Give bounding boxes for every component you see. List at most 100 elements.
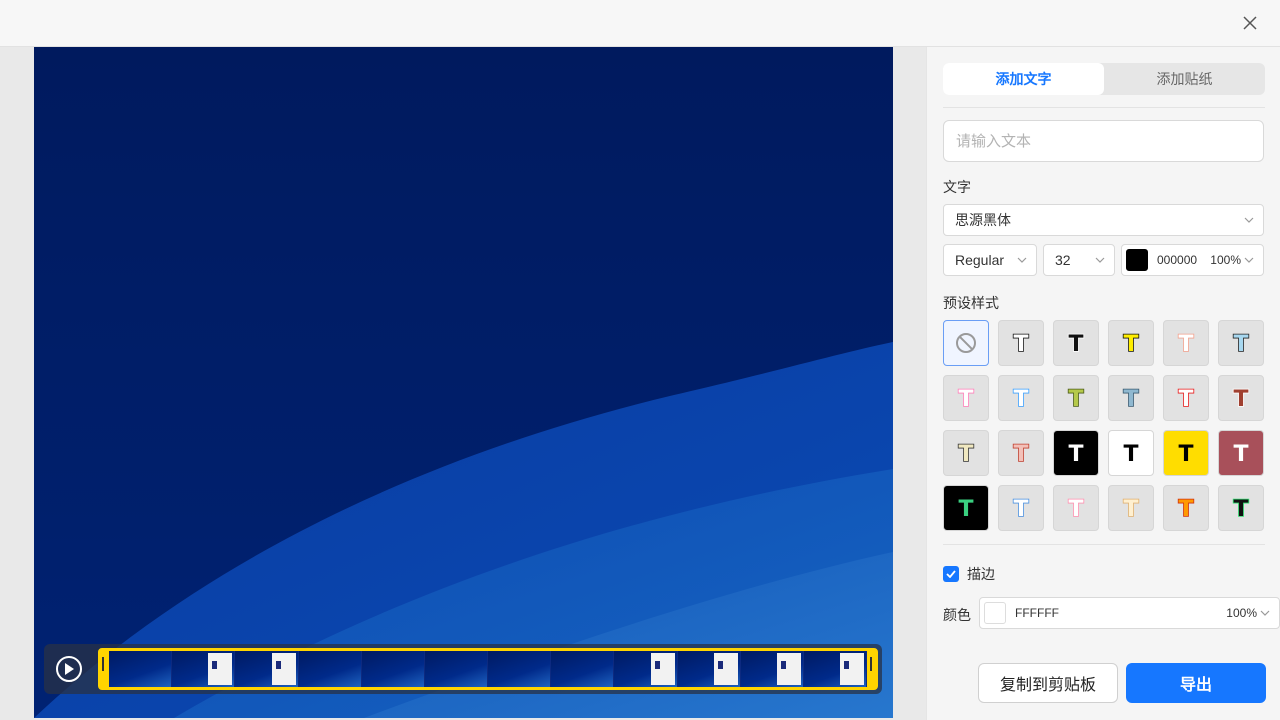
frame-document-thumbnail xyxy=(208,653,233,685)
text-style-icon: T xyxy=(1013,441,1030,466)
text-style-icon: T xyxy=(1178,331,1195,356)
tab-add-sticker[interactable]: 添加贴纸 xyxy=(1104,63,1265,95)
svg-text:T: T xyxy=(1123,497,1138,521)
text-color-swatch[interactable] xyxy=(1126,249,1148,271)
play-button[interactable] xyxy=(56,656,82,682)
preset-style-1[interactable]: T xyxy=(998,320,1044,366)
font-weight-value: Regular xyxy=(955,252,1005,268)
preset-style-23[interactable]: T xyxy=(1218,485,1264,531)
text-style-icon: T xyxy=(1123,496,1140,521)
svg-text:T: T xyxy=(1013,442,1028,466)
svg-text:T: T xyxy=(1233,332,1248,356)
frame-document-thumbnail xyxy=(840,653,865,685)
trim-handle-left[interactable] xyxy=(102,657,104,671)
copy-to-clipboard-button[interactable]: 复制到剪贴板 xyxy=(978,663,1118,703)
text-style-icon: T xyxy=(1013,331,1030,356)
svg-text:T: T xyxy=(1233,387,1248,411)
text-opacity-value[interactable]: 100% xyxy=(1210,253,1241,267)
preset-style-5[interactable]: T xyxy=(1218,320,1264,366)
preset-style-11[interactable]: T xyxy=(1218,375,1264,421)
preset-section-label: 预设样式 xyxy=(943,295,999,311)
preset-style-12[interactable]: T xyxy=(943,430,989,476)
chevron-down-icon xyxy=(1244,217,1254,223)
timeline-frame xyxy=(109,651,173,687)
font-weight-select[interactable]: Regular xyxy=(943,244,1037,276)
svg-text:T: T xyxy=(1013,497,1028,521)
svg-text:T: T xyxy=(1178,387,1193,411)
text-style-icon: T xyxy=(1233,386,1250,411)
stroke-color-picker[interactable]: FFFFFF 100% xyxy=(979,597,1280,629)
frame-document-thumbnail xyxy=(650,653,675,685)
svg-text:T: T xyxy=(1123,332,1138,356)
text-style-icon: T xyxy=(1013,386,1030,411)
font-family-select[interactable]: 思源黑体 xyxy=(943,204,1264,236)
preset-grid: T T T T T T T T T T T T T T T T T T T T T T T xyxy=(943,320,1265,531)
text-style-icon: T xyxy=(958,386,975,411)
preset-style-3[interactable]: T xyxy=(1108,320,1154,366)
svg-text:T: T xyxy=(1178,332,1193,356)
image-preview xyxy=(34,47,893,718)
preset-style-21[interactable]: T xyxy=(1108,485,1154,531)
preset-style-8[interactable]: T xyxy=(1053,375,1099,421)
video-timeline xyxy=(44,644,882,694)
preset-style-20[interactable]: T xyxy=(1053,485,1099,531)
export-button[interactable]: 导出 xyxy=(1126,663,1266,703)
timeline-frame xyxy=(424,651,489,687)
close-icon[interactable] xyxy=(1240,13,1260,33)
stroke-color-hex: FFFFFF xyxy=(1015,606,1059,620)
preset-style-9[interactable]: T xyxy=(1108,375,1154,421)
svg-text:T: T xyxy=(1123,387,1138,411)
stroke-label: 描边 xyxy=(967,566,995,582)
preset-style-15[interactable]: T xyxy=(1108,430,1154,476)
svg-text:T: T xyxy=(1068,387,1083,411)
canvas-area xyxy=(0,47,926,720)
svg-text:T: T xyxy=(1178,497,1193,521)
svg-text:T: T xyxy=(1068,442,1083,466)
text-style-icon: T xyxy=(1233,441,1250,466)
text-input[interactable] xyxy=(943,120,1264,162)
wallpaper-image xyxy=(34,47,893,718)
trim-handle-right[interactable] xyxy=(870,657,872,671)
text-color-picker[interactable]: 000000 100% xyxy=(1121,244,1264,276)
preset-style-17[interactable]: T xyxy=(1218,430,1264,476)
preset-style-4[interactable]: T xyxy=(1163,320,1209,366)
timeline-frame xyxy=(551,651,615,687)
side-panel: 添加文字 添加贴纸 文字 思源黑体 Regular 32 000000 100%… xyxy=(926,47,1280,720)
preset-style-6[interactable]: T xyxy=(943,375,989,421)
preset-style-14[interactable]: T xyxy=(1053,430,1099,476)
timeline-frame xyxy=(803,651,867,687)
check-icon xyxy=(946,570,956,578)
frame-strip[interactable] xyxy=(98,648,878,690)
text-style-icon: T xyxy=(1068,496,1085,521)
stroke-toggle[interactable]: 描边 xyxy=(943,564,995,584)
preset-style-10[interactable]: T xyxy=(1163,375,1209,421)
preset-style-22[interactable]: T xyxy=(1163,485,1209,531)
svg-text:T: T xyxy=(958,497,973,521)
preset-style-18[interactable]: T xyxy=(943,485,989,531)
preset-style-16[interactable]: T xyxy=(1163,430,1209,476)
timeline-frame xyxy=(361,651,425,687)
divider xyxy=(943,544,1265,545)
preset-none[interactable] xyxy=(943,320,989,366)
timeline-frame xyxy=(740,651,804,687)
text-style-icon: T xyxy=(958,441,975,466)
preset-style-7[interactable]: T xyxy=(998,375,1044,421)
stroke-opacity-value[interactable]: 100% xyxy=(1226,606,1257,620)
text-style-icon: T xyxy=(1178,386,1195,411)
text-style-icon: T xyxy=(1233,496,1250,521)
text-style-icon: T xyxy=(1068,441,1085,466)
timeline-frame xyxy=(172,651,236,687)
stroke-color-swatch[interactable] xyxy=(984,602,1006,624)
preset-style-13[interactable]: T xyxy=(998,430,1044,476)
preset-style-19[interactable]: T xyxy=(998,485,1044,531)
svg-text:T: T xyxy=(1178,442,1193,466)
text-style-icon: T xyxy=(1123,331,1140,356)
timeline-frame xyxy=(677,651,741,687)
text-style-icon: T xyxy=(1178,496,1195,521)
tab-add-text[interactable]: 添加文字 xyxy=(943,63,1104,95)
font-size-select[interactable]: 32 xyxy=(1043,244,1115,276)
svg-text:T: T xyxy=(1233,442,1248,466)
text-style-icon: T xyxy=(958,496,975,521)
preset-style-2[interactable]: T xyxy=(1053,320,1099,366)
stroke-checkbox[interactable] xyxy=(943,566,959,582)
